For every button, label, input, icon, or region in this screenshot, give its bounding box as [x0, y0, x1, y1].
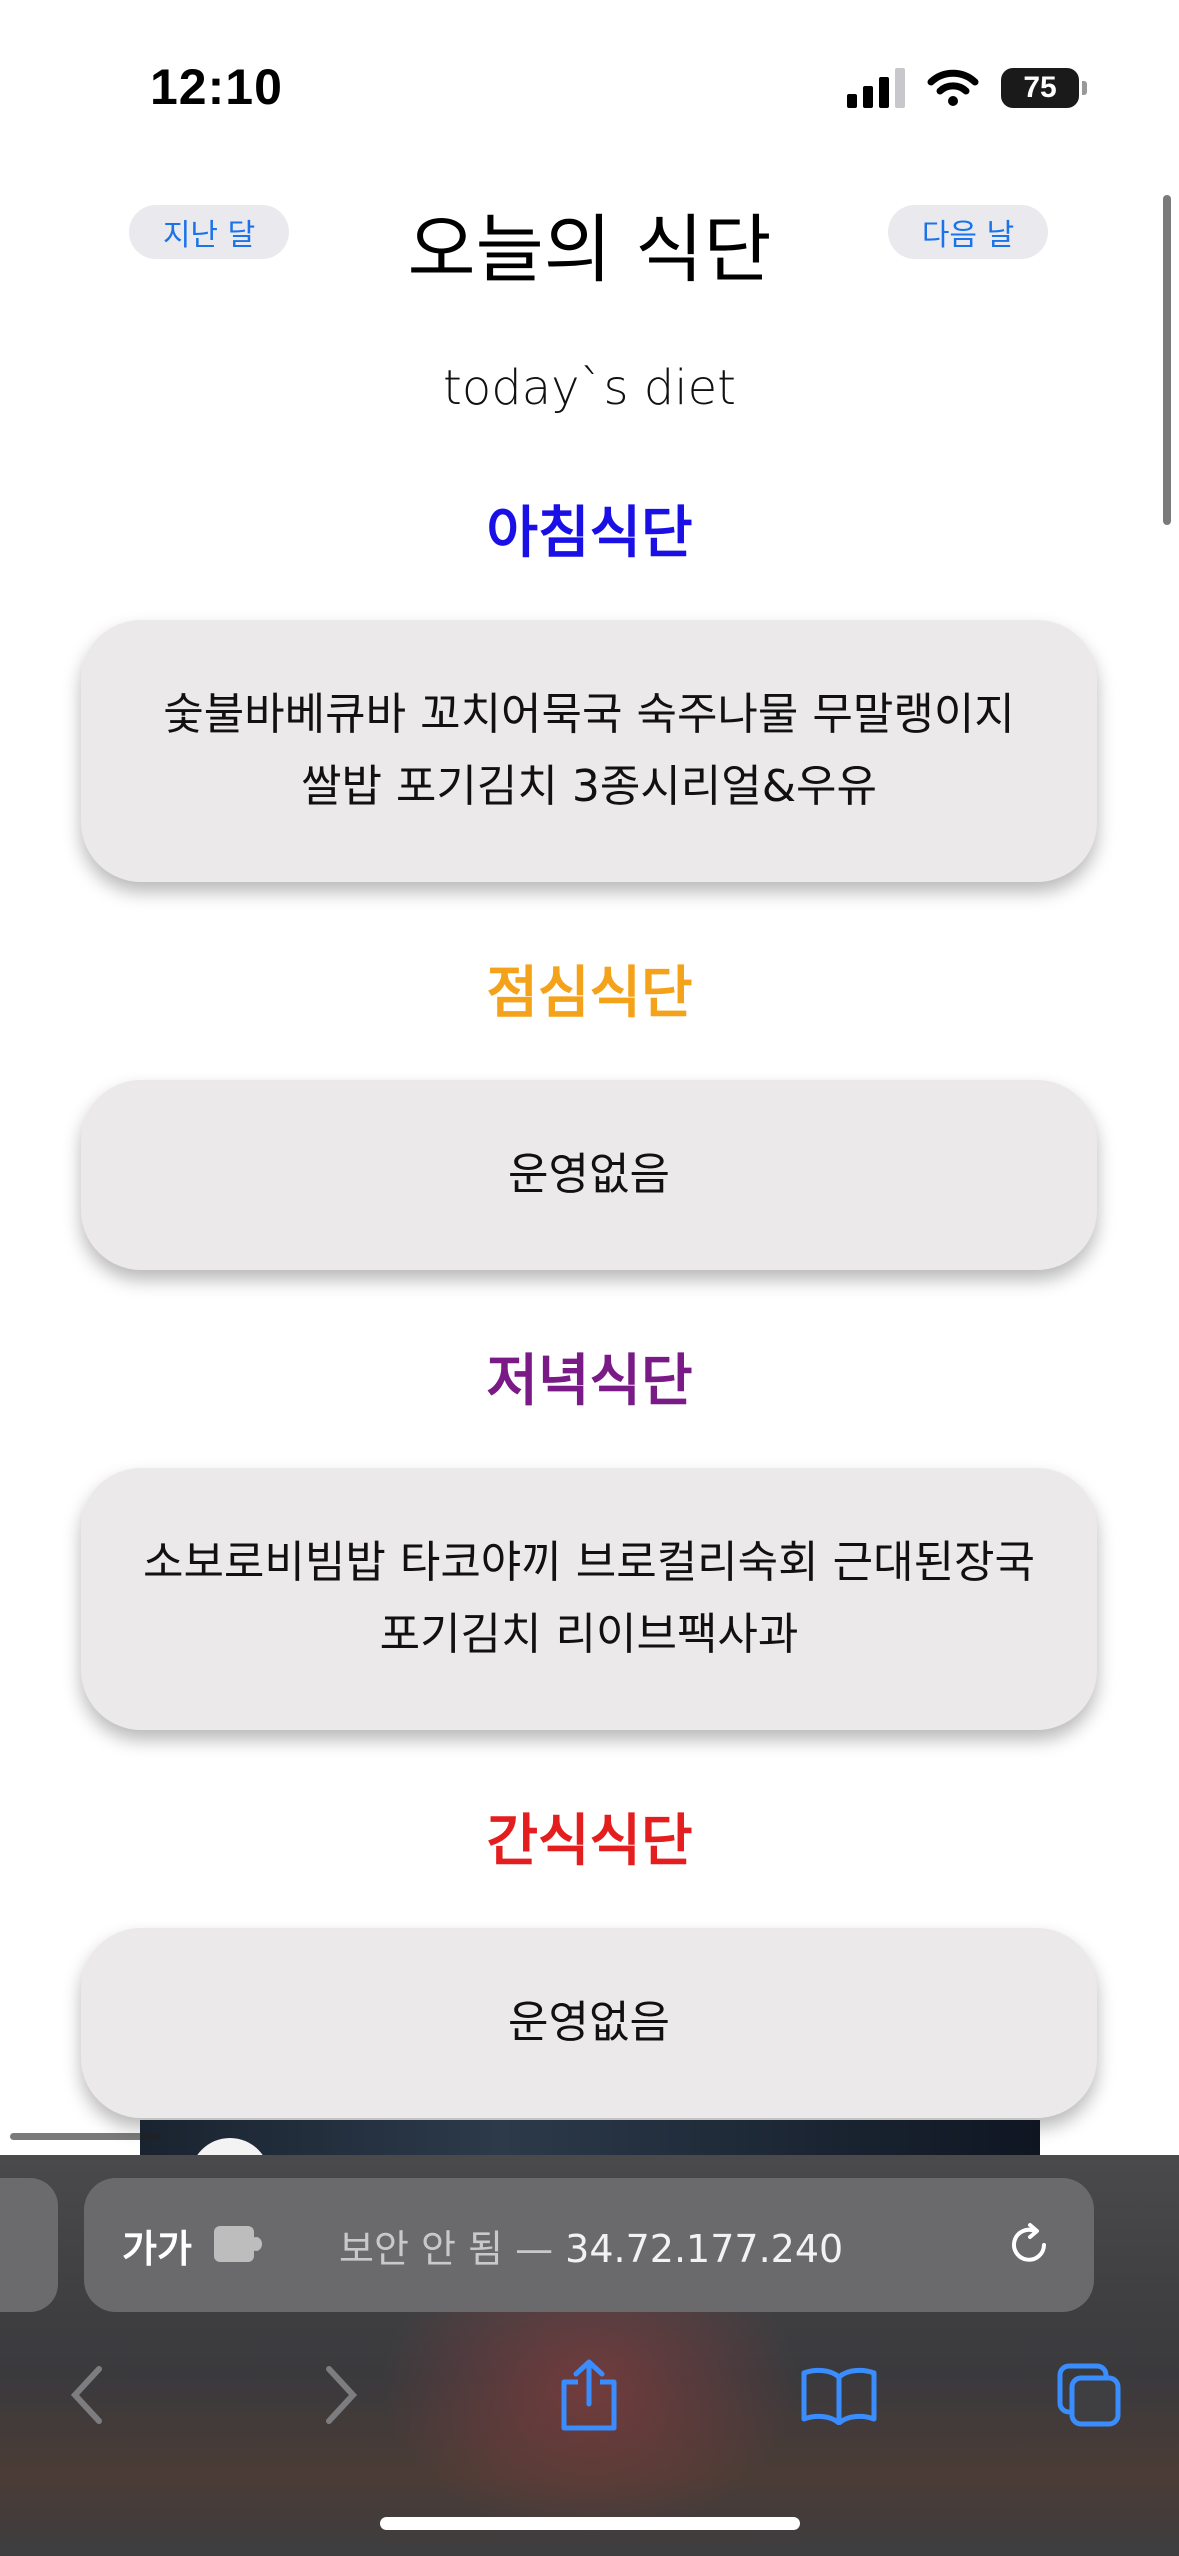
back-icon[interactable] [42, 2350, 132, 2440]
next-day-button[interactable]: 다음 날 [888, 205, 1048, 259]
address-bar[interactable]: 가가 보안 안 됨 — 34.72.177.240 [84, 2178, 1094, 2312]
reload-icon[interactable] [1004, 2220, 1054, 2270]
tabs-icon[interactable] [1044, 2350, 1134, 2440]
battery-icon: 75 [1001, 68, 1087, 108]
status-icons: 75 [847, 60, 1087, 116]
forward-icon[interactable] [296, 2350, 386, 2440]
lunch-menu: 운영없음 [508, 1149, 670, 1200]
breakfast-card: 숯불바베큐바 꼬치어묵국 숙주나물 무말랭이지 쌀밥 포기김치 3종시리얼&우유 [81, 620, 1097, 882]
security-warning: 보안 안 됨 — [339, 2226, 554, 2271]
status-time: 12:10 [150, 59, 283, 115]
breakfast-menu: 숯불바베큐바 꼬치어묵국 숙주나물 무말랭이지 쌀밥 포기김치 3종시리얼&우유 [163, 689, 1015, 812]
snack-menu: 운영없음 [508, 1997, 670, 2048]
page-subtitle: today`s diet [443, 360, 736, 416]
dinner-menu: 소보로비빔밥 타코야끼 브로컬리숙회 근대된장국 포기김치 리이브팩사과 [142, 1537, 1036, 1660]
lunch-title: 점심식단 [486, 961, 693, 1026]
home-indicator[interactable] [380, 2517, 800, 2530]
url-text[interactable]: 보안 안 됨 — 34.72.177.240 [339, 2218, 843, 2273]
breakfast-title: 아침식단 [486, 501, 693, 566]
dinner-title: 저녁식단 [486, 1349, 693, 1414]
snack-title: 간식식단 [486, 1809, 693, 1874]
puzzle-icon[interactable] [214, 2226, 262, 2262]
lunch-card: 운영없음 [81, 1080, 1097, 1270]
snack-card: 운영없음 [81, 1928, 1097, 2118]
scroll-grabber [10, 2133, 160, 2140]
previous-tab-preview[interactable] [0, 2178, 58, 2312]
cellular-signal-icon [847, 68, 905, 108]
text-size-button[interactable]: 가가 [122, 2218, 192, 2273]
share-icon[interactable] [544, 2350, 634, 2440]
wifi-icon [927, 69, 979, 106]
url-host: 34.72.177.240 [565, 2226, 844, 2271]
bookmarks-icon[interactable] [794, 2350, 884, 2440]
dinner-card: 소보로비빔밥 타코야끼 브로컬리숙회 근대된장국 포기김치 리이브팩사과 [81, 1468, 1097, 1730]
